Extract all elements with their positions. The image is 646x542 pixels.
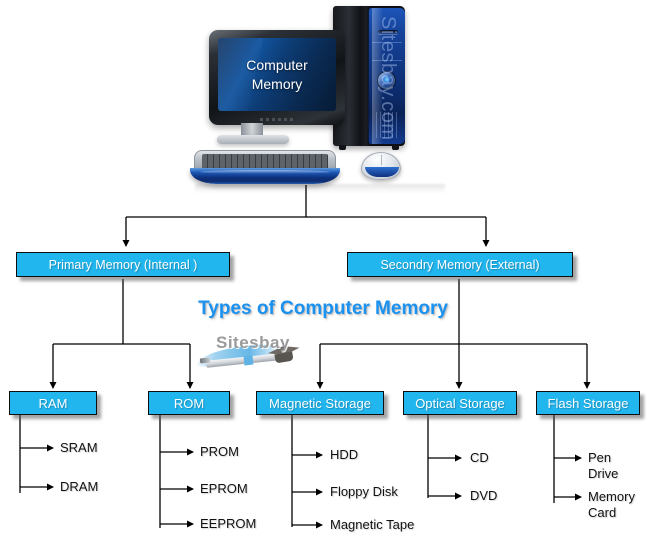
leaf-floppy-disk[interactable]: Floppy Disk	[330, 484, 398, 500]
node-optical-storage[interactable]: Optical Storage	[403, 391, 517, 415]
leaf-eeprom[interactable]: EEPROM	[200, 516, 256, 532]
leaf-pen-drive[interactable]: Pen Drive	[588, 450, 644, 482]
leaf-eprom[interactable]: EPROM	[200, 481, 248, 497]
node-secondary-memory[interactable]: Secondry Memory (External)	[347, 252, 573, 277]
leaf-memory-card[interactable]: Memory Card	[588, 489, 640, 521]
node-flash-storage[interactable]: Flash Storage	[536, 391, 640, 415]
leaf-prom[interactable]: PROM	[200, 444, 239, 460]
node-magnetic-storage[interactable]: Magnetic Storage	[256, 391, 384, 415]
node-primary-memory[interactable]: Primary Memory (Internal )	[16, 252, 230, 277]
node-rom[interactable]: ROM	[148, 391, 230, 415]
leaf-magnetic-tape[interactable]: Magnetic Tape	[330, 517, 414, 533]
leaf-dvd[interactable]: DVD	[470, 488, 497, 504]
page-title: Types of Computer Memory	[198, 298, 448, 319]
leaf-sram[interactable]: SRAM	[60, 440, 98, 456]
leaf-dram[interactable]: DRAM	[60, 479, 98, 495]
leaf-hdd[interactable]: HDD	[330, 447, 358, 463]
node-ram[interactable]: RAM	[9, 391, 97, 415]
leaf-cd[interactable]: CD	[470, 450, 489, 466]
memory-hierarchy-diagram: Sitesbay.com Computer Memory Sitesbay Ty…	[0, 0, 646, 542]
